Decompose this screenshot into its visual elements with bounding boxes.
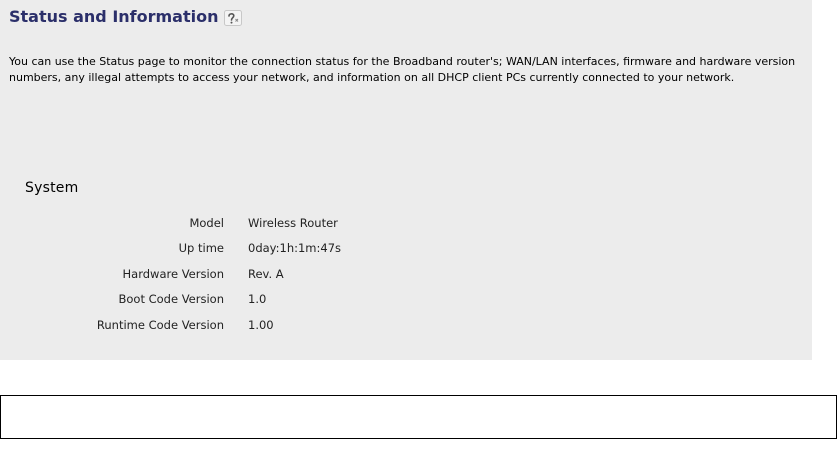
boot-code-version-value: 1.0 <box>248 292 267 307</box>
table-row: Hardware Version Rev. A <box>0 261 560 287</box>
system-section-title: System <box>25 180 79 196</box>
page-title: Status and Information <box>9 7 219 26</box>
boot-code-version-label: Boot Code Version <box>118 292 224 307</box>
hardware-version-value: Rev. A <box>248 266 284 281</box>
runtime-code-version-value: 1.00 <box>248 317 274 332</box>
runtime-code-version-label: Runtime Code Version <box>96 317 224 332</box>
status-description: You can use the Status page to monitor t… <box>9 55 796 84</box>
uptime-label: Up time <box>178 241 224 256</box>
table-row: Runtime Code Version 1.00 <box>0 312 560 338</box>
hardware-version-label: Hardware Version <box>122 266 224 281</box>
empty-footer-box <box>0 395 837 439</box>
page-header: Status and Information <box>9 7 243 26</box>
uptime-value: 0day:1h:1m:47s <box>248 241 342 256</box>
help-icon[interactable] <box>224 10 243 26</box>
status-panel: Status and Information You can use the S… <box>0 0 812 360</box>
table-row: Model Wireless Router <box>0 210 560 236</box>
model-label: Model <box>189 215 224 230</box>
system-info-table: Model Wireless Router Up time 0day:1h:1m… <box>0 210 560 338</box>
model-value: Wireless Router <box>248 215 338 230</box>
table-row: Boot Code Version 1.0 <box>0 287 560 313</box>
table-row: Up time 0day:1h:1m:47s <box>0 236 560 262</box>
